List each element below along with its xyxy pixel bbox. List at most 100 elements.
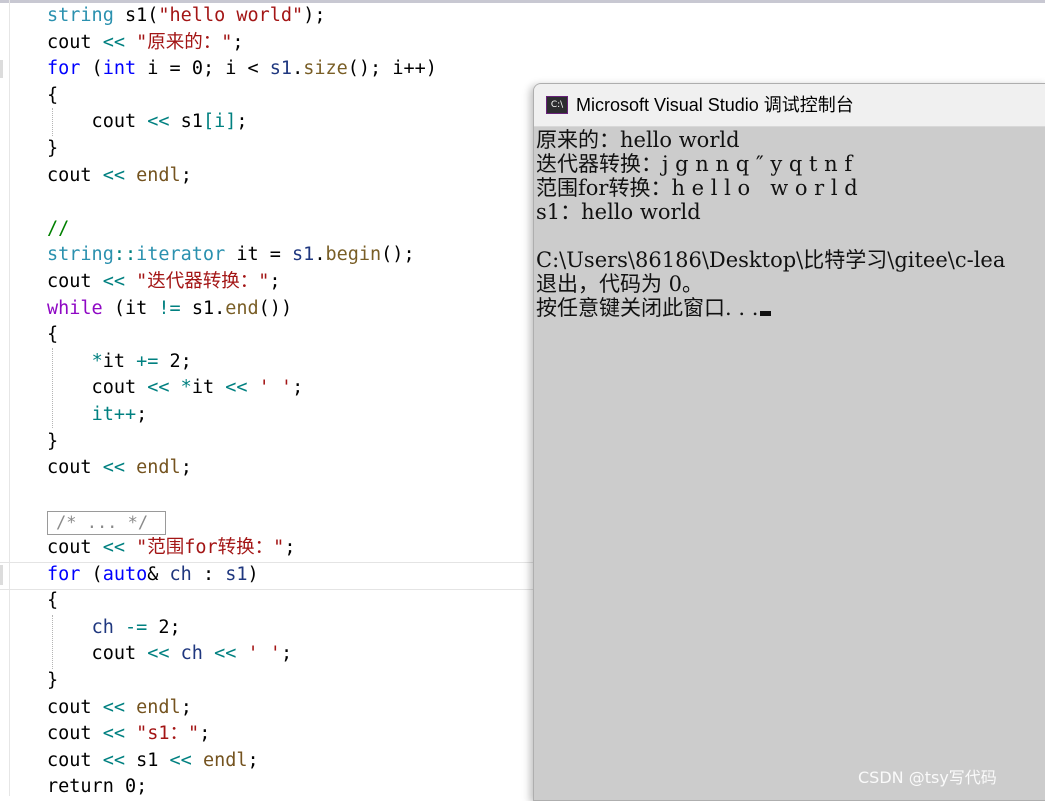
gutter-divider: [9, 0, 10, 796]
code-token: <<: [102, 723, 137, 745]
code-token: while: [47, 297, 103, 319]
code-token: ch: [180, 643, 203, 665]
code-token: ;: [236, 111, 248, 133]
code-token: <<: [102, 749, 137, 771]
code-token: auto: [102, 563, 148, 585]
code-line[interactable]: return 0;: [47, 774, 147, 800]
code-token: *: [91, 350, 103, 372]
code-token: s1: [180, 111, 203, 133]
code-line[interactable]: cout << s1 << endl;: [47, 748, 259, 774]
code-line[interactable]: {: [47, 322, 58, 348]
code-line[interactable]: }: [47, 429, 58, 455]
code-line[interactable]: while (it != s1.end()): [47, 296, 292, 322]
code-token: {: [47, 84, 59, 106]
code-token: ;: [180, 164, 192, 186]
code-line[interactable]: cout << endl;: [47, 695, 192, 721]
code-line[interactable]: cout << endl;: [47, 163, 192, 189]
code-token: 0;: [113, 776, 148, 798]
code-line[interactable]: cout << endl;: [47, 455, 192, 481]
code-token: cout: [47, 377, 148, 399]
code-token: endl: [136, 696, 181, 718]
code-token: "hello world": [158, 5, 304, 26]
code-token: string: [47, 244, 114, 266]
code-token: "s1：": [136, 723, 200, 745]
code-line[interactable]: cout << "s1：";: [47, 721, 210, 747]
code-token: );: [303, 5, 326, 26]
code-token: 2;: [147, 616, 181, 638]
code-line[interactable]: }: [47, 136, 58, 162]
code-token: endl: [136, 164, 181, 186]
code-line[interactable]: cout << *it << ' ';: [47, 375, 304, 401]
code-token: -=: [124, 616, 148, 638]
console-titlebar[interactable]: C:\ Microsoft Visual Studio 调试控制台: [534, 84, 1045, 127]
code-line[interactable]: cout << "迭代器转换：";: [47, 269, 281, 295]
console-line-with-cursor: 按任意键关闭此窗口. . .: [536, 296, 772, 320]
code-token: cout: [47, 271, 103, 292]
code-token: <<: [102, 31, 137, 53]
code-token: s1: [225, 563, 248, 585]
code-line[interactable]: cout << ch << ' ';: [47, 641, 293, 667]
code-token: <<: [147, 643, 181, 665]
code-line[interactable]: {: [47, 588, 58, 614]
code-token: ' ': [258, 377, 293, 399]
code-token: size: [303, 58, 348, 80]
code-token: ;: [280, 643, 293, 665]
code-token: <<: [102, 164, 137, 186]
code-token: +=: [136, 350, 159, 372]
code-token: (it: [102, 297, 159, 319]
code-token: <<: [102, 271, 137, 292]
code-line[interactable]: ch -= 2;: [47, 615, 181, 641]
code-token: cout: [47, 457, 103, 479]
code-line[interactable]: {: [47, 83, 58, 109]
code-token: string: [47, 5, 114, 26]
code-token: cout: [47, 749, 103, 771]
debug-console-window[interactable]: C:\ Microsoft Visual Studio 调试控制台 原来的：he…: [533, 83, 1045, 801]
code-line[interactable]: *it += 2;: [47, 349, 192, 375]
code-token: {: [47, 324, 59, 346]
code-token: cout: [47, 696, 103, 718]
code-token: "原来的：": [136, 31, 233, 53]
code-token: iterator: [136, 244, 226, 266]
folded-comment-block[interactable]: /* ... */: [47, 511, 166, 535]
code-token: return: [47, 776, 114, 798]
code-token: <<: [169, 749, 203, 771]
code-token: ;: [136, 404, 148, 425]
text-cursor: [760, 311, 772, 316]
code-line[interactable]: string::iterator it = s1.begin();: [47, 242, 415, 268]
code-token: it: [191, 377, 226, 399]
code-line[interactable]: cout << "原来的：";: [47, 30, 244, 56]
code-token: <<: [102, 696, 137, 718]
code-token: (: [80, 58, 103, 80]
code-token: ): [247, 563, 259, 585]
code-token: cout: [47, 643, 148, 665]
code-token: end: [225, 297, 259, 319]
gutter-marker: [0, 60, 3, 78]
code-line[interactable]: //: [47, 216, 69, 242]
code-line[interactable]: }: [47, 668, 58, 694]
code-line[interactable]: cout << s1[i];: [47, 109, 248, 135]
code-line[interactable]: it++;: [47, 402, 148, 428]
code-token: it =: [225, 244, 293, 266]
code-token: }: [47, 670, 59, 691]
code-line[interactable]: string s1("hello world");: [47, 3, 325, 29]
code-token: }: [47, 138, 59, 159]
code-token: [i]: [202, 111, 237, 133]
code-token: cout: [47, 31, 103, 53]
code-line[interactable]: for (int i = 0; i < s1.size(); i++): [47, 56, 437, 82]
code-token: ' ': [247, 643, 281, 665]
code-token: cout: [47, 164, 103, 186]
code-token: ();: [381, 244, 415, 266]
code-token: for: [47, 58, 81, 80]
code-token: cout: [47, 537, 103, 558]
code-token: <<: [225, 377, 259, 399]
code-line[interactable]: cout << "范围for转换：";: [47, 535, 295, 561]
code-line[interactable]: for (auto& ch : s1): [47, 562, 259, 588]
code-token: {: [47, 590, 59, 612]
code-token: ;: [199, 723, 211, 745]
code-token: s1: [269, 58, 293, 80]
code-token: s1.: [180, 297, 226, 319]
